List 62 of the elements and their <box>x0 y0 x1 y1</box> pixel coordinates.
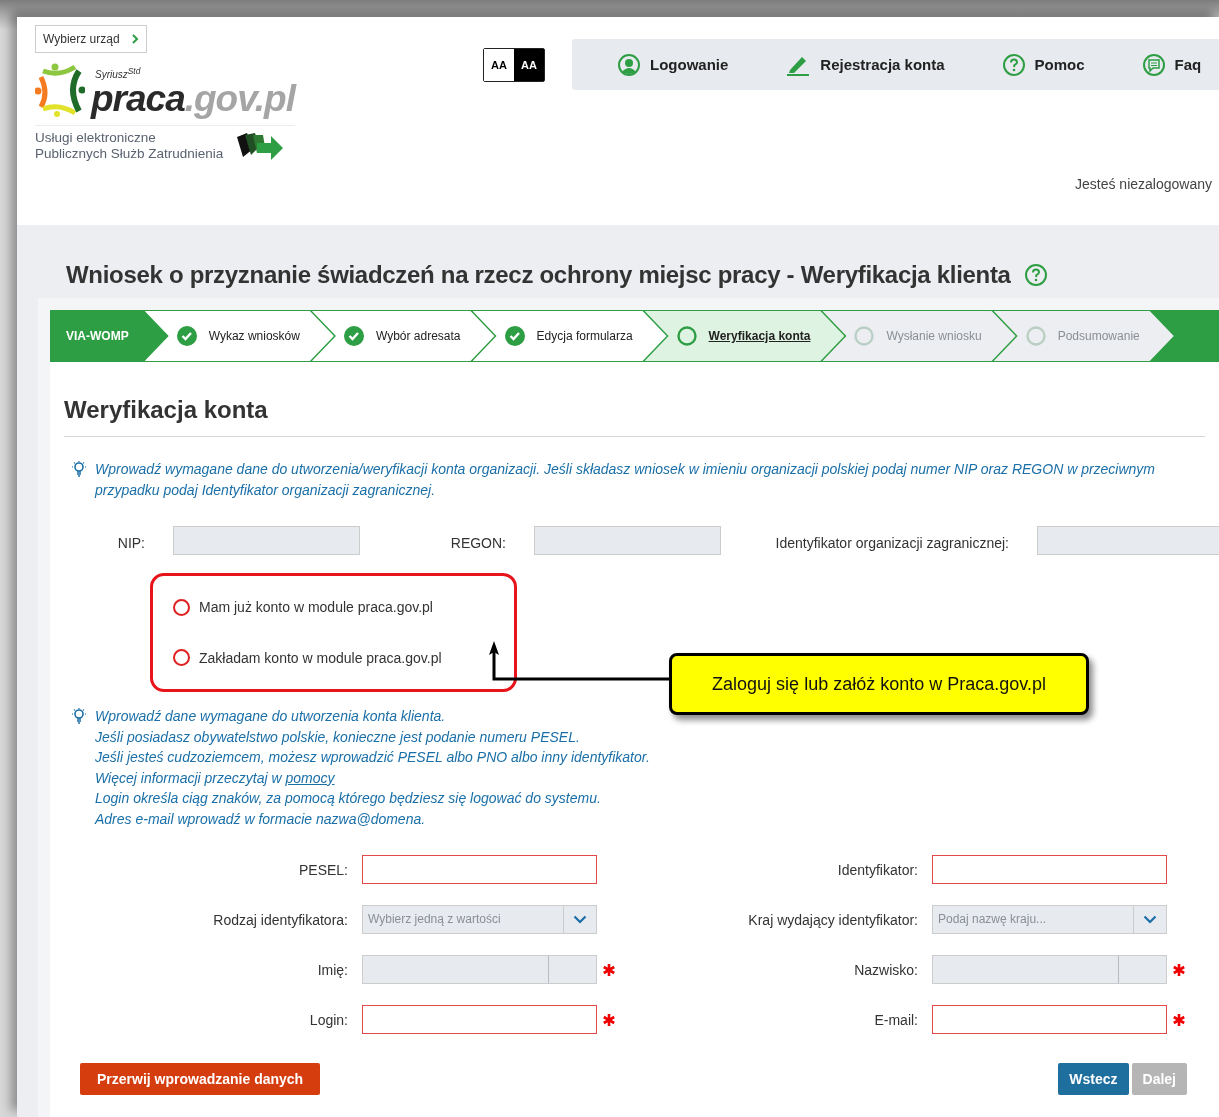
page-title: Wniosek o przyznanie świadczeń na rzecz ochrony miejsc pracy - Weryfikacja klienta <box>66 261 1011 289</box>
nav-link[interactable]: Logowanie <box>618 53 729 76</box>
field-label: Identyfikator organizacji zagranicznej: <box>774 534 1009 553</box>
user-icon <box>618 53 640 76</box>
help-icon[interactable] <box>1024 264 1047 286</box>
field-label: Nazwisko: <box>853 961 918 978</box>
section-title: Weryfikacja konta <box>63 395 269 424</box>
field-label: Imię: <box>316 961 348 978</box>
hint-text: Login określa ciąg znaków, za pomocą którego będziesz się logować do systemu. <box>95 789 602 808</box>
radio-button[interactable] <box>173 649 190 667</box>
field-label: Rodzaj identyfikatora: <box>212 911 348 928</box>
office-select-button[interactable]: Wybierz urząd <box>35 25 147 53</box>
hint-text: Jeśli posiadasz obywatelstwo polskie, konieczne jest podanie numeru PESEL. <box>95 727 581 747</box>
lightbulb-icon <box>72 461 86 477</box>
input-field[interactable] <box>362 1005 597 1034</box>
chevron-right-icon <box>131 34 139 44</box>
nav-link[interactable]: Faq <box>1142 53 1202 76</box>
input-field[interactable] <box>362 955 597 984</box>
circle-icon <box>1025 326 1046 346</box>
callout-note: Zaloguj się lub załóż konto w Praca.gov.pl <box>669 653 1089 715</box>
back-button[interactable]: Wstecz <box>1058 1063 1129 1095</box>
radio-option[interactable]: Zakładam konto w module praca.gov.pl <box>173 649 494 667</box>
logo-superscript: Syriusz$^{Std}$ <box>95 65 142 80</box>
lightbulb-icon <box>72 708 86 724</box>
contrast-button[interactable]: AA <box>514 49 544 81</box>
radio-option[interactable]: Mam już konto w module praca.gov.pl <box>173 598 494 616</box>
cancel-button[interactable]: Przerwij wprowadzanie danych <box>80 1063 321 1095</box>
check-icon <box>343 326 364 346</box>
input-field[interactable] <box>362 855 597 884</box>
cards-arrow-icon <box>235 131 284 161</box>
field-label: E-mail: <box>873 1011 918 1028</box>
circle-icon <box>854 326 875 346</box>
hint-text: Wprowadź dane wymagane do utworzenia konta klienta. <box>95 707 447 726</box>
input-field[interactable] <box>932 1005 1167 1034</box>
circle-icon <box>676 326 697 346</box>
input-field[interactable] <box>932 855 1167 884</box>
radio-button[interactable] <box>173 598 190 616</box>
hint-text: Więcej informacji przeczytaj w pomocy <box>95 768 336 788</box>
hint-text: Jeśli jesteś cudzoziemcem, możesz wprowadzić PESEL albo PNO albo inny identyfikator. <box>95 748 650 767</box>
logo-wordmark: praca.gov.pl <box>91 80 295 117</box>
progress-step: Podsumowanie <box>993 311 1174 361</box>
chevron-down-icon <box>1143 915 1157 924</box>
logo-icon <box>35 63 85 117</box>
field-label: PESEL: <box>297 861 348 878</box>
input-field[interactable] <box>932 955 1167 984</box>
nav-link[interactable]: Rejestracja konta <box>786 53 945 76</box>
tagline: Usługi elektroniczne Publicznych Służb Zatrudnienia <box>35 130 224 162</box>
help-link[interactable]: pomocy <box>285 769 335 786</box>
chat-icon <box>1142 53 1165 76</box>
field-label: REGON: <box>449 534 506 553</box>
hint-text: Wprowadź wymagane dane do utworzenia/weryfikacji konta organizacji. Jeśli składasz wniosek w imieniu organizacji polskiej podaj numer NIP oraz REGON w przeciwnym przypadku podaj Identyfikator organizacji zagranicznej. <box>95 460 1157 500</box>
nav-link[interactable]: Pomoc <box>1002 53 1085 76</box>
field-label: NIP: <box>116 534 145 553</box>
chevron-down-icon <box>573 915 587 924</box>
help-icon <box>1002 53 1025 76</box>
login-status: Jesteś niezalogowany <box>1075 176 1212 192</box>
hint-text: Adres e-mail wprowadź w formacie nazwa@domena. <box>95 809 427 829</box>
field-label: Kraj wydający identyfikator: <box>747 911 918 928</box>
check-icon <box>504 326 525 346</box>
field-label: Identyfikator: <box>836 861 918 878</box>
check-icon <box>176 326 197 346</box>
field-label: Login: <box>308 1011 348 1028</box>
